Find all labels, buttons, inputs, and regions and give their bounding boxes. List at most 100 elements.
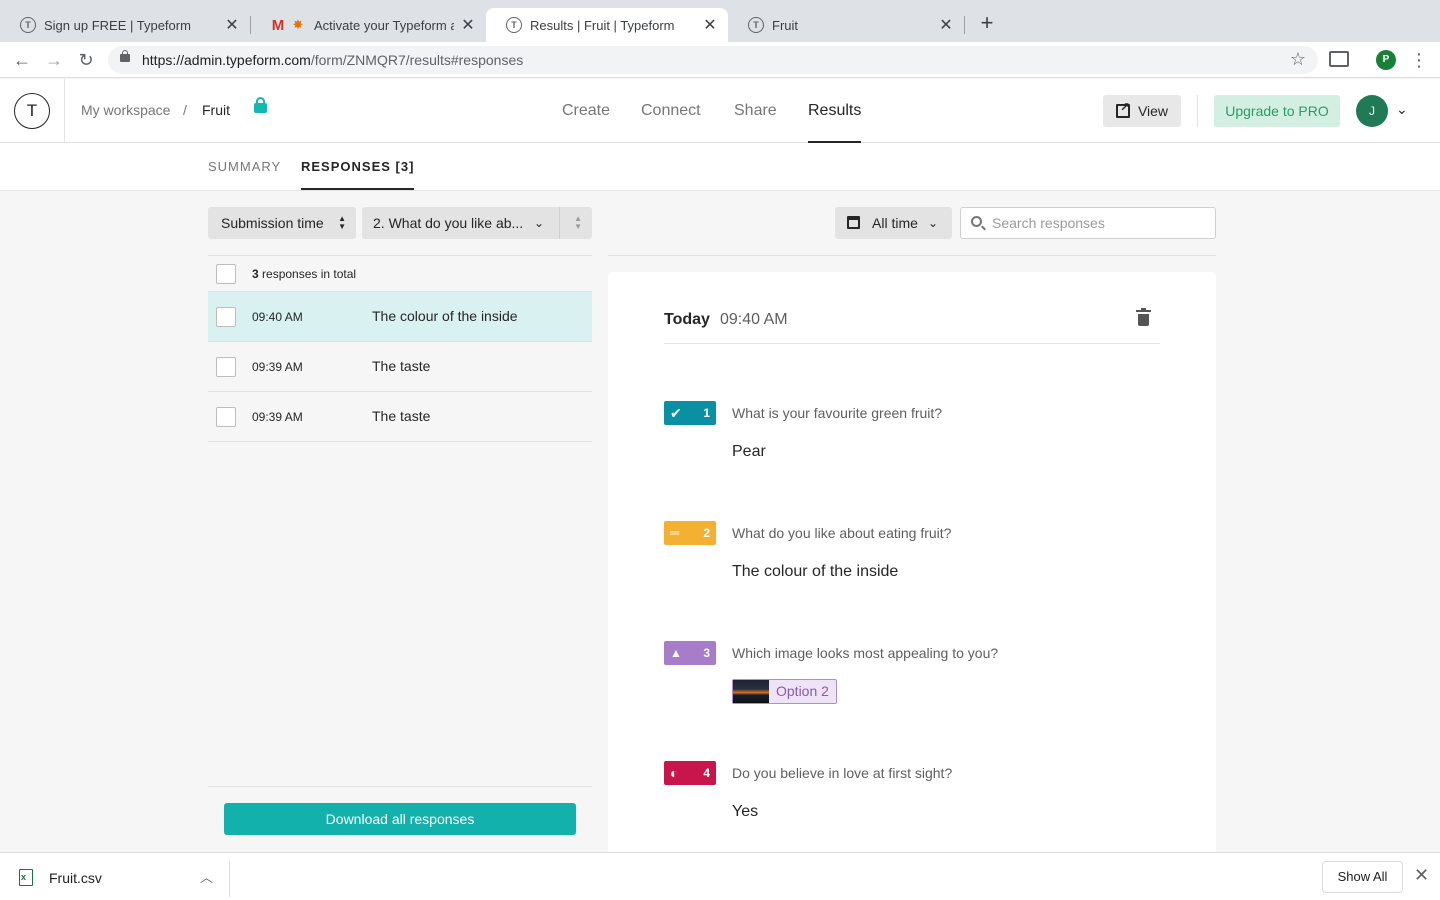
close-tab-icon[interactable]: ✕ bbox=[702, 15, 718, 35]
browser-tab-title: Results | Fruit | Typeform bbox=[530, 17, 675, 33]
question-dropdown[interactable]: 2. What do you like ab... ⌄ ▲ ▼ bbox=[362, 207, 592, 239]
total-count: 3 bbox=[252, 267, 259, 281]
url-text[interactable]: https://admin.typeform.com/form/ZNMQR7/r… bbox=[142, 52, 523, 68]
option-thumbnail-image bbox=[733, 680, 769, 703]
trash-icon[interactable] bbox=[1136, 308, 1151, 326]
list-header: 3 responses in total bbox=[208, 256, 592, 292]
select-all-checkbox[interactable] bbox=[216, 264, 236, 284]
row-time: 09:40 AM bbox=[252, 310, 303, 324]
address-bar[interactable]: https://admin.typeform.com/form/ZNMQR7/r… bbox=[108, 46, 1318, 74]
close-tab-icon[interactable]: ✕ bbox=[460, 15, 476, 35]
spark-icon: ✸ bbox=[292, 17, 304, 32]
check-icon: ✔ bbox=[670, 405, 682, 421]
browser-toolbar: ← → ↻ https://admin.typeform.com/form/ZN… bbox=[0, 42, 1440, 78]
sort-dropdown[interactable]: Submission time ▲ ▼ bbox=[208, 207, 356, 239]
list-item[interactable]: 09:40 AM The colour of the inside bbox=[208, 292, 592, 342]
download-shelf: x Fruit.csv ︿ Show All ✕ bbox=[0, 852, 1440, 900]
download-all-button[interactable]: Download all responses bbox=[224, 803, 576, 835]
question-text: Do you believe in love at first sight? bbox=[732, 765, 953, 781]
browser-tab-title: Activate your Typeform acc bbox=[314, 17, 454, 33]
row-checkbox[interactable] bbox=[216, 407, 236, 427]
browser-menu-icon[interactable]: ⋮ bbox=[1410, 48, 1428, 72]
close-tab-icon[interactable]: ✕ bbox=[938, 15, 954, 35]
list-item[interactable]: 09:39 AM The taste bbox=[208, 392, 592, 442]
browser-tab-active[interactable]: T Results | Fruit | Typeform ✕ bbox=[486, 8, 728, 42]
responses-list: 3 responses in total 09:40 AM The colour… bbox=[208, 255, 592, 442]
search-box[interactable] bbox=[960, 207, 1216, 239]
url-host: https://admin.typeform.com bbox=[142, 52, 311, 68]
breadcrumb-form-name[interactable]: Fruit bbox=[202, 102, 230, 118]
detail-header-divider bbox=[664, 343, 1160, 344]
bookmark-star-icon[interactable]: ☆ bbox=[1290, 49, 1306, 70]
header-divider bbox=[64, 79, 65, 143]
browser-tab[interactable]: T Fruit ✕ bbox=[728, 8, 964, 42]
search-input[interactable] bbox=[992, 208, 1207, 238]
typeform-logo[interactable]: T bbox=[14, 93, 50, 129]
tab-responses[interactable]: RESPONSES [3] bbox=[301, 143, 415, 190]
back-arrow-icon[interactable]: ← bbox=[10, 48, 34, 72]
reload-icon[interactable]: ↻ bbox=[74, 48, 98, 72]
view-button-label: View bbox=[1137, 103, 1169, 119]
question-badge: ✔ 1 bbox=[664, 401, 716, 425]
show-all-button[interactable]: Show All bbox=[1322, 861, 1403, 893]
browser-tab[interactable]: M ✸ Activate your Typeform acc ✕ bbox=[250, 8, 486, 42]
tab-summary[interactable]: SUMMARY bbox=[208, 143, 281, 190]
screen-capture-icon[interactable] bbox=[1329, 51, 1349, 67]
download-file-name[interactable]: Fruit.csv bbox=[49, 870, 102, 886]
search-icon bbox=[971, 216, 982, 227]
excel-file-icon: x bbox=[19, 869, 33, 886]
view-button[interactable]: View bbox=[1103, 95, 1181, 127]
user-avatar[interactable]: J bbox=[1356, 95, 1388, 127]
forward-arrow-icon[interactable]: → bbox=[42, 48, 66, 72]
chevron-down-icon: ⌄ bbox=[534, 216, 545, 230]
answer-text: Yes bbox=[732, 803, 759, 820]
row-answer: The colour of the inside bbox=[372, 308, 518, 324]
question-text: What do you like about eating fruit? bbox=[732, 525, 952, 541]
nav-create[interactable]: Create bbox=[562, 79, 610, 143]
date-range-dropdown[interactable]: All time ⌄ bbox=[835, 207, 952, 239]
chevron-down-icon[interactable]: ⌄ bbox=[1396, 101, 1408, 118]
question-text: Which image looks most appealing to you? bbox=[732, 645, 999, 661]
chevron-down-icon: ⌄ bbox=[928, 216, 939, 230]
question-text: What is your favourite green fruit? bbox=[732, 405, 943, 421]
app-header: T My workspace / Fruit Create Connect Sh… bbox=[0, 79, 1440, 143]
external-link-icon bbox=[1115, 100, 1130, 118]
row-time: 09:39 AM bbox=[252, 410, 303, 424]
list-item[interactable]: 09:39 AM The taste bbox=[208, 342, 592, 392]
chevron-up-icon[interactable]: ︿ bbox=[200, 867, 213, 886]
close-icon[interactable]: ✕ bbox=[1414, 865, 1429, 886]
header-divider bbox=[1197, 95, 1198, 127]
question-number: 3 bbox=[703, 646, 710, 660]
total-suffix: responses in total bbox=[262, 267, 357, 281]
nav-connect[interactable]: Connect bbox=[641, 79, 701, 143]
nav-share[interactable]: Share bbox=[734, 79, 777, 143]
browser-profile-avatar[interactable]: P bbox=[1376, 50, 1396, 70]
response-detail-card: Today 09:40 AM ✔ 1 What is your favourit… bbox=[608, 272, 1216, 852]
list-footer-divider bbox=[208, 786, 592, 787]
browser-tab-title: Sign up FREE | Typeform bbox=[44, 17, 191, 33]
browser-tab-strip: T Sign up FREE | Typeform ✕ M ✸ Activate… bbox=[0, 0, 1440, 42]
download-divider bbox=[229, 861, 230, 897]
sort-arrows-icon[interactable]: ▲ ▼ bbox=[574, 215, 582, 231]
question-number: 2 bbox=[703, 526, 710, 540]
long-text-icon: ═ bbox=[670, 525, 679, 540]
row-checkbox[interactable] bbox=[216, 357, 236, 377]
browser-tab[interactable]: T Sign up FREE | Typeform ✕ bbox=[0, 8, 250, 42]
browser-tab-title: Fruit bbox=[772, 17, 798, 33]
question-number: 1 bbox=[703, 406, 710, 420]
typeform-favicon-icon: T bbox=[20, 17, 36, 33]
breadcrumb-workspace[interactable]: My workspace bbox=[81, 102, 170, 118]
question-dropdown-label: 2. What do you like ab... bbox=[373, 215, 524, 231]
row-answer: The taste bbox=[372, 358, 431, 374]
upgrade-button[interactable]: Upgrade to PRO bbox=[1214, 95, 1340, 127]
new-tab-plus-icon[interactable]: + bbox=[976, 12, 998, 34]
answer-text: Option 2 bbox=[776, 683, 829, 699]
date-range-label: All time bbox=[872, 215, 918, 231]
nav-results[interactable]: Results bbox=[808, 79, 862, 143]
response-day: Today bbox=[664, 311, 710, 328]
close-tab-icon[interactable]: ✕ bbox=[224, 15, 240, 35]
image-choice-answer: Option 2 bbox=[732, 679, 837, 704]
detail-divider bbox=[608, 255, 1216, 256]
row-checkbox[interactable] bbox=[216, 307, 236, 327]
response-time: 09:40 AM bbox=[720, 311, 788, 328]
